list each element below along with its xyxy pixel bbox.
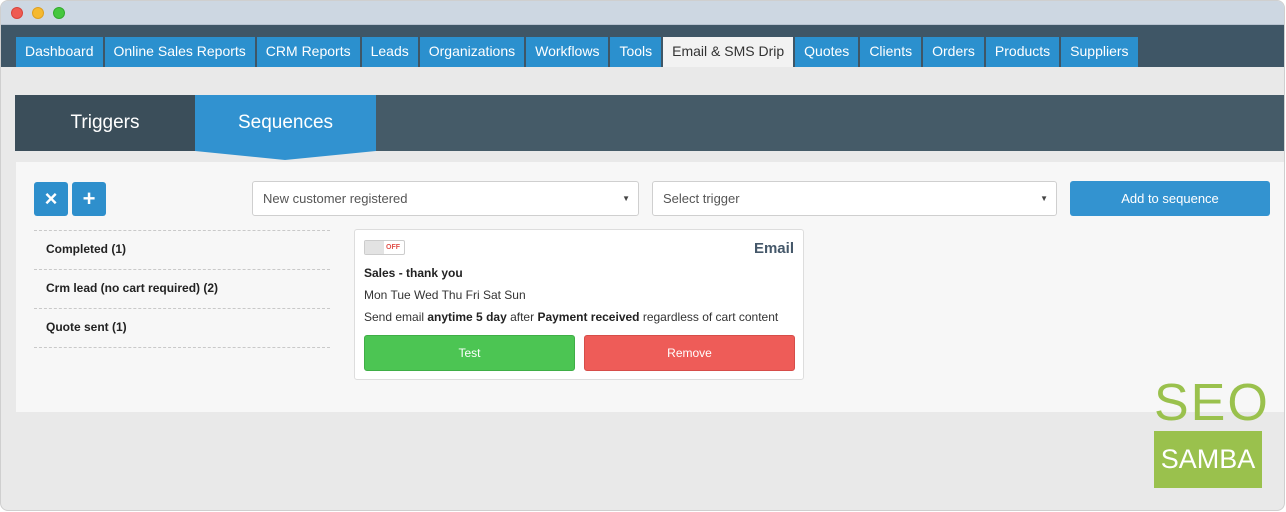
add-sequence-button[interactable]: + [72,182,106,216]
nav-tab-orders[interactable]: Orders [923,37,984,67]
main-nav: Dashboard Online Sales Reports CRM Repor… [1,25,1284,67]
logo-text-samba: SAMBA [1154,431,1262,488]
sequence-item-completed[interactable]: Completed (1) [34,230,330,269]
plus-icon: + [82,186,96,211]
trigger-select[interactable]: Select trigger ▼ [652,181,1057,216]
desc-event: Payment received [537,310,640,324]
nav-tab-products[interactable]: Products [985,37,1060,67]
sequence-item-quote-sent[interactable]: Quote sent (1) [34,308,330,348]
sequence-item-crm-lead[interactable]: Crm lead (no cart required) (2) [34,269,330,308]
sequence-step-card: OFF Email Sales - thank you Mon Tue Wed … [354,229,804,380]
nav-tab-suppliers[interactable]: Suppliers [1061,37,1138,67]
nav-tab-clients[interactable]: Clients [860,37,922,67]
tab-triggers[interactable]: Triggers [15,95,195,151]
desc-text: Send email [364,310,428,324]
caret-down-icon: ▼ [622,194,630,203]
tab-sequences[interactable]: Sequences [195,95,376,160]
delete-sequence-button[interactable]: × [34,182,68,216]
close-icon: × [44,186,58,211]
nav-tab-quotes[interactable]: Quotes [795,37,859,67]
nav-tab-tools[interactable]: Tools [610,37,662,67]
step-toggle[interactable]: OFF [364,240,405,255]
section-tabs: Triggers Sequences [15,95,1284,160]
desc-text: after [506,310,538,324]
app-window: Dashboard Online Sales Reports CRM Repor… [0,0,1285,511]
step-type-label: Email [753,240,794,257]
nav-tab-online-sales-reports[interactable]: Online Sales Reports [104,37,255,67]
nav-tab-leads[interactable]: Leads [361,37,418,67]
nav-tab-dashboard[interactable]: Dashboard [16,37,103,67]
desc-delay: anytime 5 day [427,310,507,324]
minimize-window-button[interactable] [32,7,44,19]
toggle-knob [365,241,384,254]
sequence-select-value: New customer registered [263,191,408,206]
sequence-select[interactable]: New customer registered ▼ [252,181,639,216]
nav-tabs: Dashboard Online Sales Reports CRM Repor… [16,37,1140,67]
maximize-window-button[interactable] [53,7,65,19]
seo-samba-logo: SEO SAMBA [1154,374,1270,488]
caret-down-icon: ▼ [1040,194,1048,203]
sequence-list: Completed (1) Crm lead (no cart required… [34,230,330,348]
nav-tab-email-sms-drip[interactable]: Email & SMS Drip [663,37,794,67]
nav-tab-workflows[interactable]: Workflows [526,37,609,67]
add-to-sequence-button[interactable]: Add to sequence [1070,181,1270,216]
remove-button[interactable]: Remove [584,335,795,371]
trigger-select-value: Select trigger [663,191,740,206]
nav-tab-crm-reports[interactable]: CRM Reports [256,37,360,67]
close-window-button[interactable] [11,7,23,19]
nav-tab-organizations[interactable]: Organizations [419,37,525,67]
title-bar [1,1,1284,25]
test-button[interactable]: Test [364,335,575,371]
step-days: Mon Tue Wed Thu Fri Sat Sun [364,288,526,302]
logo-text-seo: SEO [1154,374,1270,432]
step-description: Send email anytime 5 day after Payment r… [364,310,778,324]
step-title: Sales - thank you [364,266,463,280]
toggle-state-label: OFF [386,244,400,251]
desc-text: regardless of cart content [639,310,779,324]
